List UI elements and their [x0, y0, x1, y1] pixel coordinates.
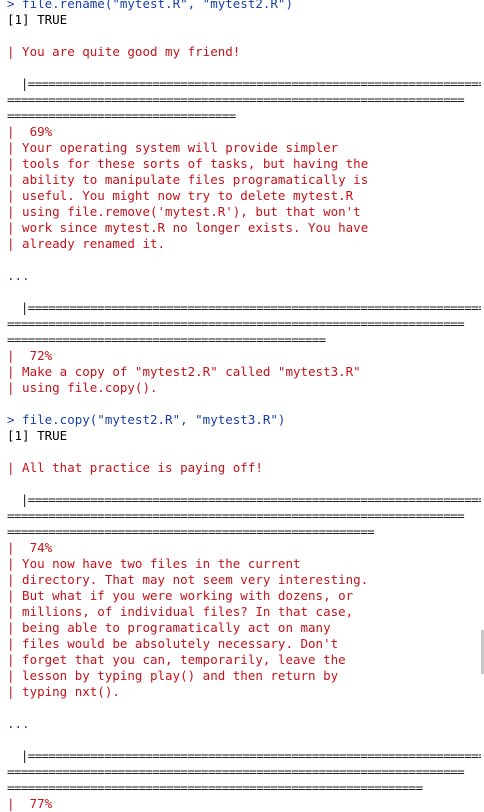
progress-bar-line: ========================================… — [7, 92, 465, 107]
swirl-message: | But what if you were working with doze… — [7, 588, 354, 603]
progress-bar-line: ========================================… — [7, 524, 375, 539]
swirl-message: | using file.remove('mytest.R'), but tha… — [7, 204, 361, 219]
swirl-message: | tools for these sorts of tasks, but ha… — [7, 156, 369, 171]
progress-bar-line: |=======================================… — [7, 300, 481, 315]
progress-bar-line: ========================================… — [7, 316, 465, 331]
swirl-message: | millions, of individual files? In that… — [7, 604, 354, 619]
swirl-message: | Make a copy of "mytest2.R" called "myt… — [7, 364, 361, 379]
progress-bar-line: |=======================================… — [7, 76, 481, 91]
progress-bar-line: ================================= — [7, 108, 236, 123]
swirl-message: | files would be absolutely necessary. D… — [7, 636, 339, 651]
console-command: ... — [7, 268, 30, 283]
swirl-message: | work since mytest.R no longer exists. … — [7, 220, 369, 235]
progress-bar-line: |=======================================… — [7, 492, 481, 507]
progress-bar-line: ========================================… — [7, 764, 465, 779]
r-console-output[interactable]: > file.rename("mytest.R", "mytest2.R") [1… — [7, 0, 481, 812]
swirl-message: | 69% — [7, 124, 53, 139]
console-output: [1] TRUE — [7, 428, 68, 443]
swirl-message: | using file.copy(). — [7, 380, 158, 395]
swirl-message: | All that practice is paying off! — [7, 460, 263, 475]
console-output: [1] TRUE — [7, 12, 68, 27]
swirl-message: | forget that you can, temporarily, leav… — [7, 652, 346, 667]
swirl-message: | being able to programatically act on m… — [7, 620, 331, 635]
console-command: > file.rename("mytest.R", "mytest2.R") — [7, 0, 293, 11]
console-command: > file.copy("mytest2.R", "mytest3.R") — [7, 412, 286, 427]
swirl-message: | 74% — [7, 540, 53, 555]
console-command: ... — [7, 716, 30, 731]
swirl-message: | You are quite good my friend! — [7, 44, 241, 59]
swirl-message: | useful. You might now try to delete my… — [7, 188, 354, 203]
swirl-message: | You now have two files in the current — [7, 556, 301, 571]
swirl-message: | already renamed it. — [7, 236, 166, 251]
swirl-message: | Your operating system will provide sim… — [7, 140, 339, 155]
swirl-message: | ability to manipulate files programati… — [7, 172, 369, 187]
progress-bar-line: |=======================================… — [7, 748, 481, 763]
swirl-message: | typing nxt(). — [7, 684, 120, 699]
swirl-message: | 72% — [7, 348, 53, 363]
progress-bar-line: ========================================… — [7, 508, 465, 523]
progress-bar-line: ========================================… — [7, 780, 423, 795]
swirl-message: | 77% — [7, 796, 53, 811]
progress-bar-line: ========================================… — [7, 332, 326, 347]
swirl-message: | directory. That may not seem very inte… — [7, 572, 369, 587]
swirl-message: | lesson by typing play() and then retur… — [7, 668, 339, 683]
